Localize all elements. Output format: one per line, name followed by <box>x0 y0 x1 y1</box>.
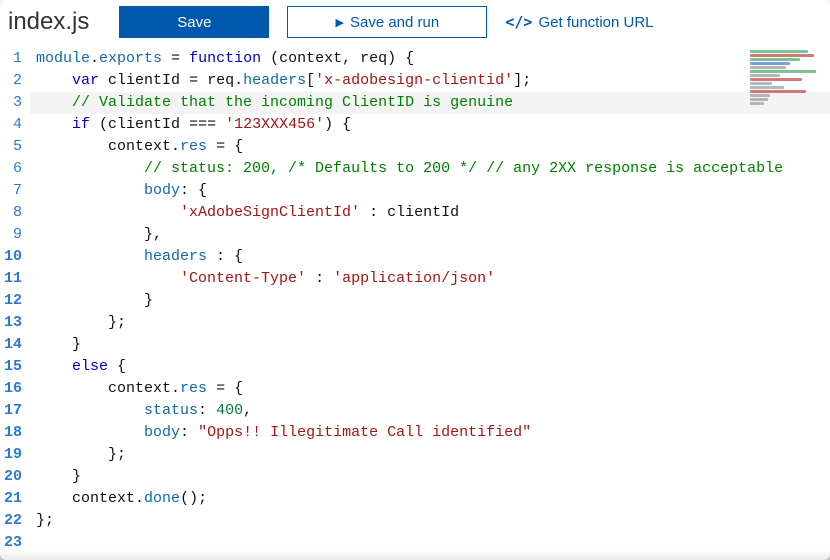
line-number: 15 <box>0 356 22 378</box>
code-line[interactable]: context.done(); <box>30 488 830 510</box>
code-line[interactable]: }; <box>30 510 830 532</box>
line-number: 6 <box>0 158 22 180</box>
code-line[interactable]: var clientId = req.headers['x-adobesign-… <box>30 70 830 92</box>
code-line[interactable]: // status: 200, /* Defaults to 200 */ //… <box>30 158 830 180</box>
code-line[interactable]: }; <box>30 312 830 334</box>
code-line[interactable] <box>30 532 830 554</box>
code-line[interactable]: } <box>30 334 830 356</box>
code-line[interactable]: 'Content-Type' : 'application/json' <box>30 268 830 290</box>
line-number: 1 <box>0 48 22 70</box>
line-number: 13 <box>0 312 22 334</box>
line-number: 14 <box>0 334 22 356</box>
get-function-url-link[interactable]: </> Get function URL <box>505 13 653 31</box>
save-and-run-label: Save and run <box>350 14 439 31</box>
line-number: 17 <box>0 400 22 422</box>
line-number: 12 <box>0 290 22 312</box>
code-line[interactable]: } <box>30 290 830 312</box>
code-line[interactable]: body: { <box>30 180 830 202</box>
code-line[interactable]: if (clientId === '123XXX456') { <box>30 114 830 136</box>
line-number: 21 <box>0 488 22 510</box>
filename-label: index.js <box>8 8 101 36</box>
line-number: 20 <box>0 466 22 488</box>
code-line[interactable]: // Validate that the incoming ClientID i… <box>30 92 830 114</box>
code-line[interactable]: status: 400, <box>30 400 830 422</box>
line-number: 3 <box>0 92 22 114</box>
line-number: 11 <box>0 268 22 290</box>
code-line[interactable]: }; <box>30 444 830 466</box>
code-line[interactable]: context.res = { <box>30 136 830 158</box>
line-number: 16 <box>0 378 22 400</box>
code-line[interactable]: } <box>30 466 830 488</box>
save-button[interactable]: Save <box>119 6 269 38</box>
line-number: 2 <box>0 70 22 92</box>
line-number: 8 <box>0 202 22 224</box>
code-line[interactable]: 'xAdobeSignClientId' : clientId <box>30 202 830 224</box>
line-number: 9 <box>0 224 22 246</box>
line-number: 7 <box>0 180 22 202</box>
line-number: 19 <box>0 444 22 466</box>
save-and-run-button[interactable]: ▶ Save and run <box>287 6 487 38</box>
play-icon: ▶ <box>336 16 344 29</box>
code-line[interactable]: else { <box>30 356 830 378</box>
line-number: 4 <box>0 114 22 136</box>
get-function-url-label: Get function URL <box>538 14 653 31</box>
line-number: 22 <box>0 510 22 532</box>
code-line[interactable]: }, <box>30 224 830 246</box>
code-editor[interactable]: 1234567891011121314151617181920212223 mo… <box>0 46 830 554</box>
toolbar: index.js Save ▶ Save and run </> Get fun… <box>0 0 830 46</box>
code-line[interactable]: context.res = { <box>30 378 830 400</box>
code-icon: </> <box>505 13 532 31</box>
line-number: 10 <box>0 246 22 268</box>
line-number-gutter: 1234567891011121314151617181920212223 <box>0 48 30 554</box>
line-number: 5 <box>0 136 22 158</box>
editor-window: index.js Save ▶ Save and run </> Get fun… <box>0 0 830 560</box>
code-line[interactable]: body: "Opps!! Illegitimate Call identifi… <box>30 422 830 444</box>
line-number: 23 <box>0 532 22 554</box>
code-line[interactable]: headers : { <box>30 246 830 268</box>
code-line[interactable]: module.exports = function (context, req)… <box>30 48 830 70</box>
code-area[interactable]: module.exports = function (context, req)… <box>30 48 830 554</box>
line-number: 18 <box>0 422 22 444</box>
